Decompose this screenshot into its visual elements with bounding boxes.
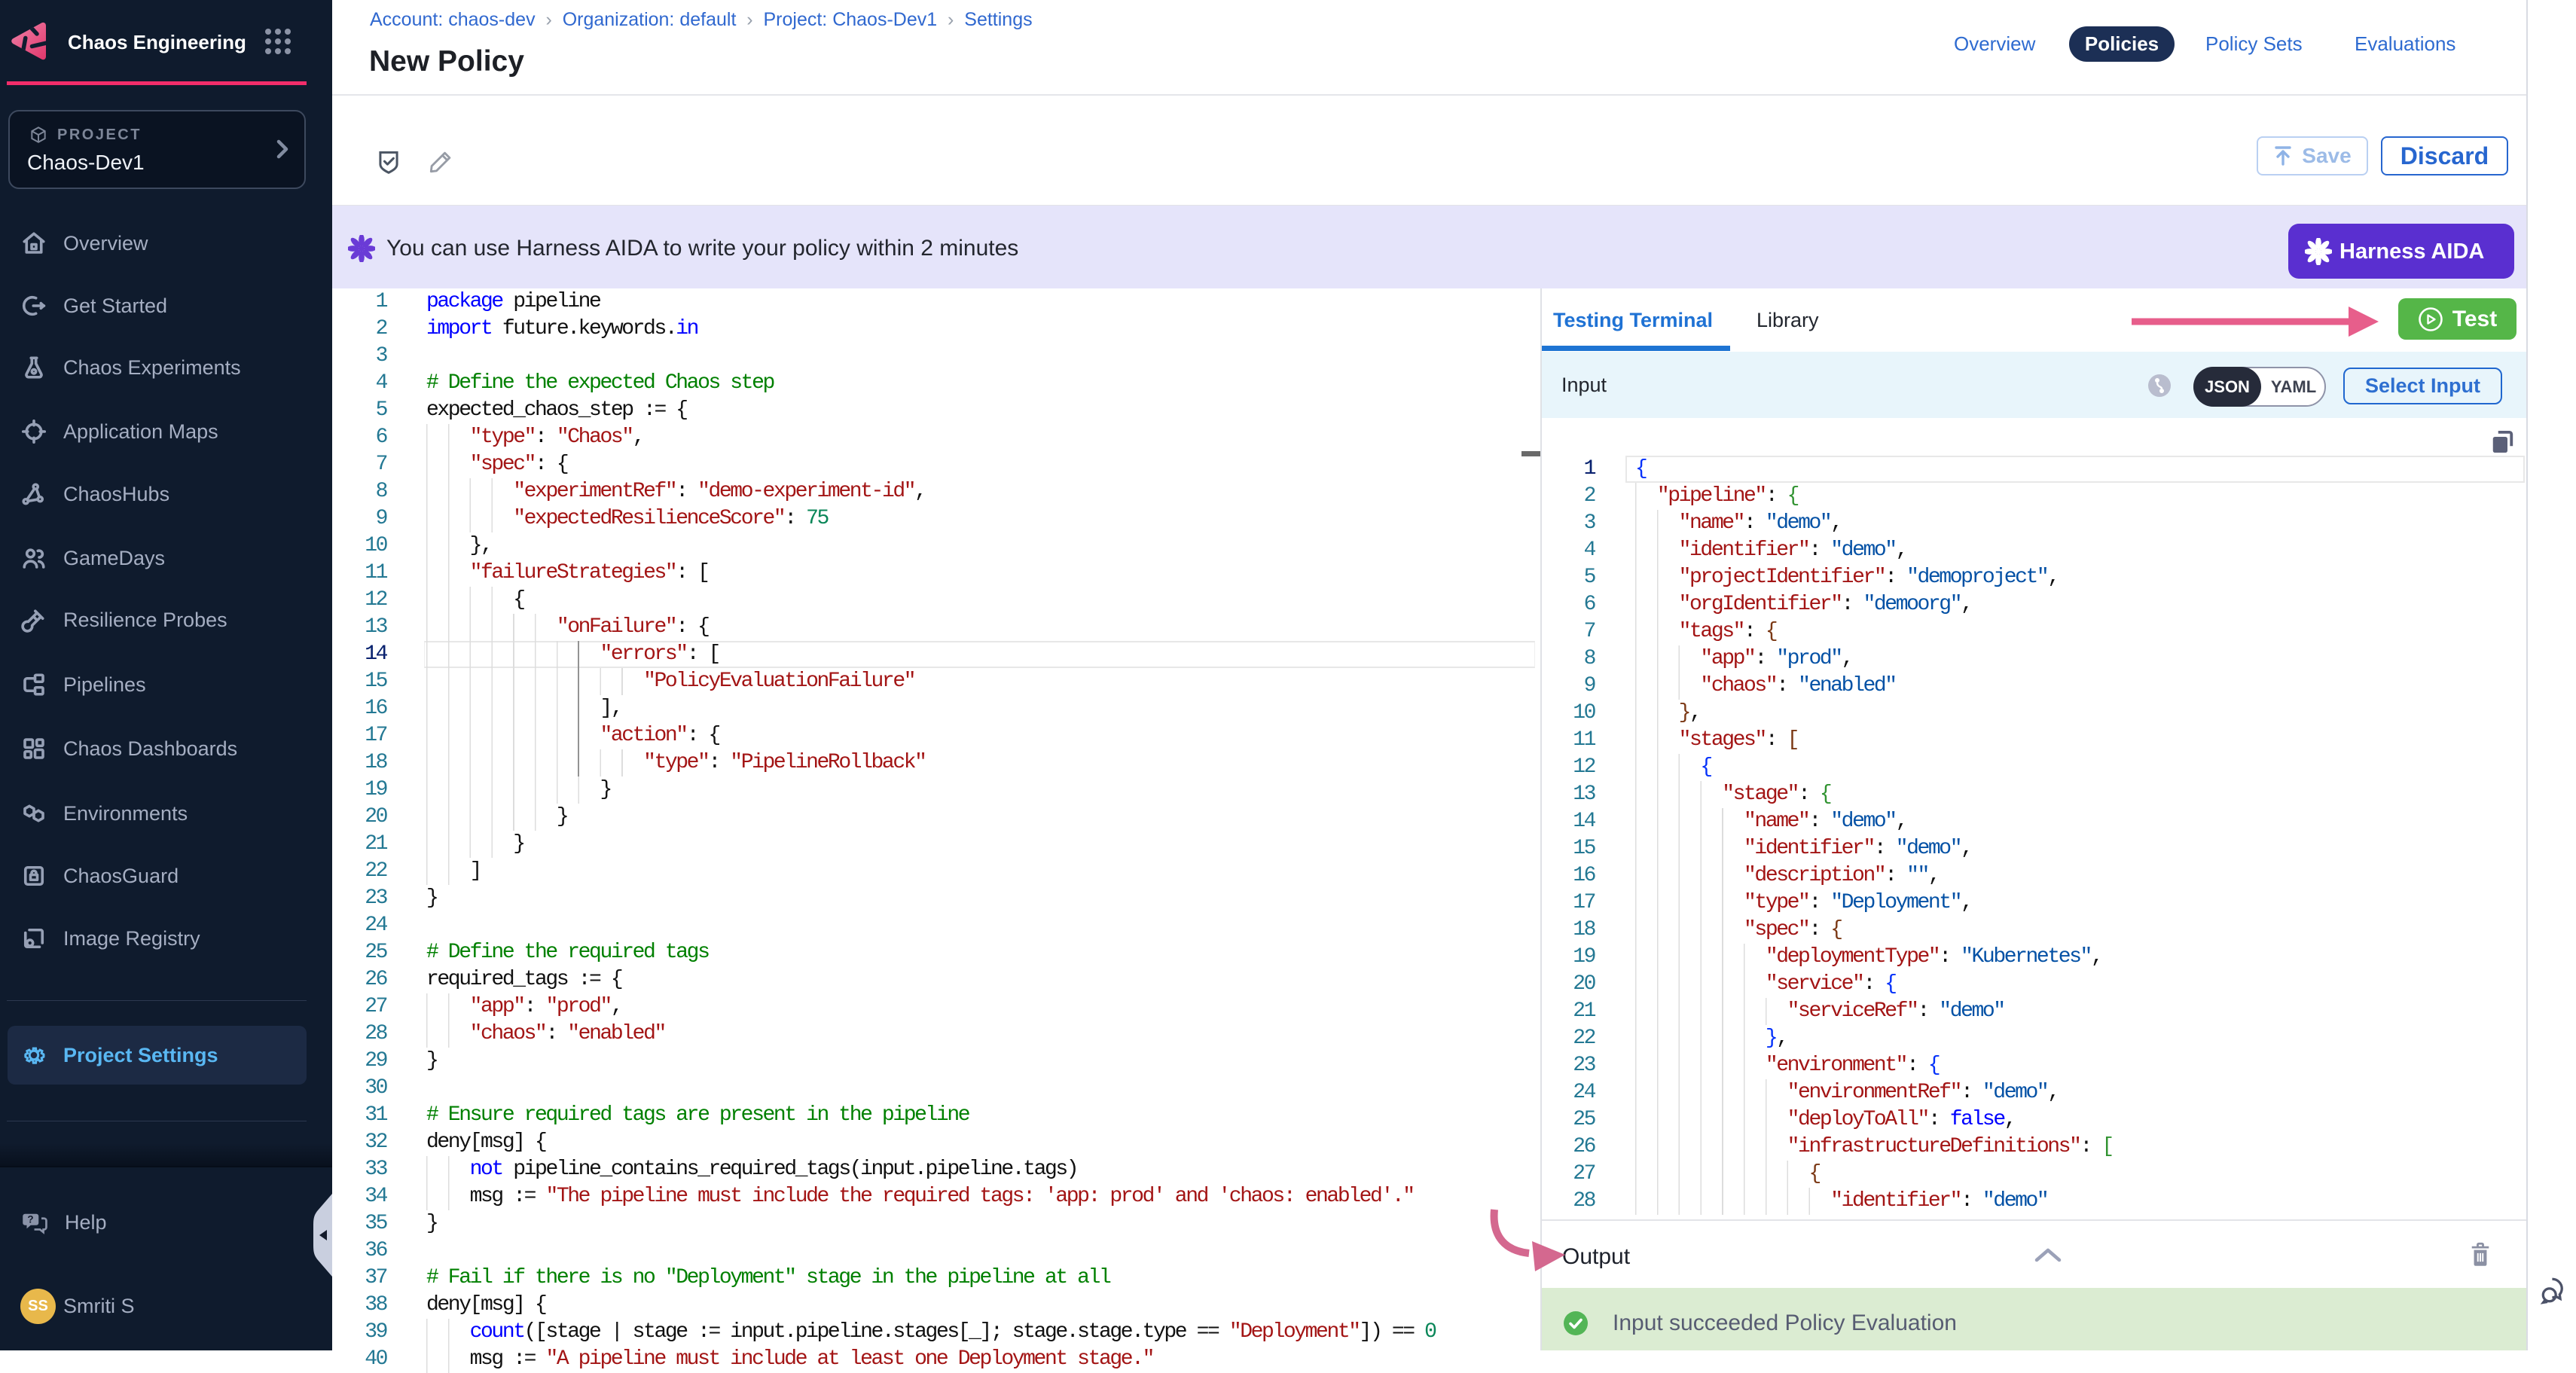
svg-text:?: ?	[27, 1213, 33, 1225]
